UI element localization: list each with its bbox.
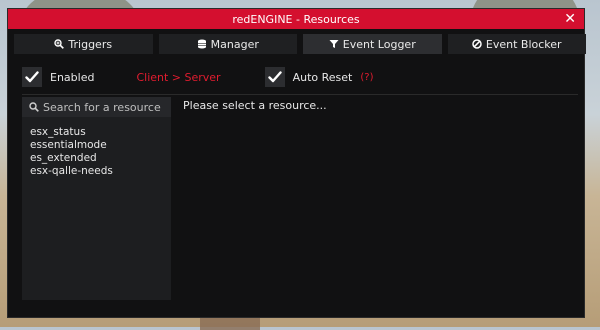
help-icon[interactable]: (?) [360, 72, 373, 83]
options-row: Enabled Client > Server Auto Reset (?) [22, 66, 586, 88]
resource-sidebar: esx_status essentialmode es_extended esx… [22, 97, 171, 300]
resource-list: esx_status essentialmode es_extended esx… [22, 117, 171, 178]
enabled-label: Enabled [50, 70, 95, 84]
close-icon[interactable]: ✕ [564, 11, 576, 27]
tab-label: Event Logger [342, 37, 416, 51]
check-icon [267, 71, 282, 83]
tab-label: Triggers [68, 37, 113, 51]
tab-triggers[interactable]: Triggers [14, 34, 153, 54]
tab-bar: Triggers Manager Event Logger Event Bloc… [14, 34, 586, 54]
database-icon [197, 39, 206, 49]
placeholder-message: Please select a resource... [183, 99, 327, 112]
search-box [22, 97, 171, 117]
list-item[interactable]: es_extended [30, 152, 171, 165]
title-bar: redENGINE - Resources ✕ [8, 9, 584, 29]
search-plus-icon [54, 39, 65, 49]
direction-toggle[interactable]: Client > Server [136, 71, 220, 84]
list-item[interactable]: esx-qalle-needs [30, 165, 171, 178]
list-item[interactable]: essentialmode [30, 139, 171, 152]
tab-label: Event Blocker [485, 37, 562, 51]
auto-reset-label: Auto Reset [292, 70, 353, 84]
check-icon [25, 71, 39, 83]
tab-label: Manager [210, 37, 259, 51]
search-input[interactable] [43, 100, 163, 114]
search-icon [29, 102, 39, 112]
ban-icon [472, 39, 482, 49]
tab-event-logger[interactable]: Event Logger [303, 34, 442, 54]
tab-event-blocker[interactable]: Event Blocker [447, 34, 586, 54]
divider [22, 94, 578, 95]
auto-reset-checkbox[interactable] [264, 67, 285, 87]
window-title: redENGINE - Resources [232, 12, 360, 26]
list-item[interactable]: esx_status [30, 126, 171, 139]
tab-manager[interactable]: Manager [158, 34, 297, 54]
filter-icon [329, 40, 339, 48]
enabled-checkbox[interactable] [22, 67, 42, 87]
